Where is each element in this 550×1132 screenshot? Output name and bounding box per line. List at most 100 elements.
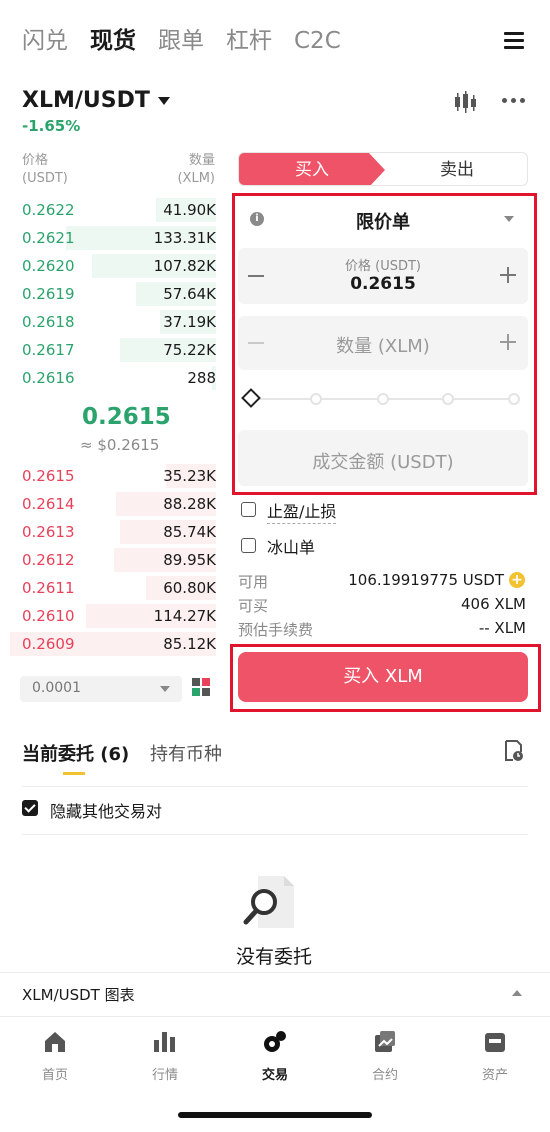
ask-qty: 107.82K [153, 257, 216, 275]
ob-price-unit: (USDT) [22, 171, 68, 186]
pair-selector[interactable]: XLM/USDT [22, 88, 170, 113]
ask-row[interactable]: 0.2621 133.31K [0, 224, 230, 252]
bid-price: 0.2615 [22, 467, 75, 485]
pair-symbol: XLM/USDT [22, 88, 150, 113]
more-icon[interactable] [502, 98, 525, 103]
ask-price: 0.2622 [22, 201, 75, 219]
iceberg-label[interactable]: 冰山单 [267, 534, 315, 558]
bid-row[interactable]: 0.2611 60.80K [0, 574, 230, 602]
ask-row[interactable]: 0.2618 37.19K [0, 308, 230, 336]
precision-select[interactable]: 0.0001 [20, 676, 182, 702]
ask-qty: 57.64K [163, 285, 216, 303]
ob-price-header-label: 价格 [22, 153, 49, 168]
nav-trade[interactable]: 交易 [235, 1016, 315, 1086]
bid-qty: 89.95K [163, 551, 216, 569]
bid-row[interactable]: 0.2615 35.23K [0, 462, 230, 490]
tab-spot[interactable]: 现货 [90, 24, 136, 58]
empty-state-text: 没有委托 [236, 946, 313, 968]
assets-icon [485, 1033, 505, 1052]
last-price-usd: ≈ $0.2615 [80, 436, 160, 454]
nav-label: 行情 [151, 1068, 178, 1083]
nav-home[interactable]: 首页 [15, 1016, 95, 1086]
contract-icon [375, 1031, 395, 1052]
order-history-icon[interactable] [504, 740, 524, 762]
ob-qty-unit: (XLM) [177, 171, 215, 186]
ob-qty-header: 数量 (XLM) [177, 152, 215, 188]
ask-price: 0.2619 [22, 285, 75, 303]
trade-icon [264, 1031, 286, 1052]
tab-swap[interactable]: 闪兑 [22, 24, 68, 58]
caret-up-icon[interactable] [512, 990, 522, 996]
highlight-box-order-form [232, 193, 537, 495]
nav-assets[interactable]: 资产 [455, 1016, 535, 1086]
no-orders-search-icon [243, 876, 294, 928]
nav-contract[interactable]: 合约 [345, 1016, 425, 1086]
highlight-box-buy-button [230, 644, 541, 712]
fee-value: -- XLM [478, 619, 526, 637]
tab-open-orders[interactable]: 当前委托 (6) [22, 740, 129, 766]
ask-row[interactable]: 0.2616 288 [0, 364, 230, 392]
ask-price: 0.2621 [22, 229, 75, 247]
bid-qty: 60.80K [163, 579, 216, 597]
precision-value: 0.0001 [32, 680, 81, 696]
can-buy-value: 406 XLM [461, 595, 526, 613]
hide-other-pairs-checkbox[interactable] [22, 800, 38, 816]
fee-label: 预估手续费 [238, 621, 314, 639]
ask-qty: 75.22K [163, 341, 216, 359]
bid-row[interactable]: 0.2609 85.12K [0, 630, 230, 658]
chart-toggle-label[interactable]: XLM/USDT 图表 [22, 984, 135, 1005]
bid-qty: 35.23K [163, 467, 216, 485]
ask-row[interactable]: 0.2620 107.82K [0, 252, 230, 280]
caret-down-icon [160, 686, 170, 692]
ob-qty-header-label: 数量 [188, 153, 215, 168]
available-value: 106.19919775 USDT [348, 571, 504, 589]
ask-price: 0.2620 [22, 257, 75, 275]
active-tab-indicator [63, 772, 85, 775]
orderbook-layout-icon[interactable] [192, 678, 212, 698]
bid-price: 0.2612 [22, 551, 75, 569]
bid-price: 0.2614 [22, 495, 75, 513]
ob-price-header: 价格 (USDT) [22, 152, 68, 188]
bid-row[interactable]: 0.2612 89.95K [0, 546, 230, 574]
bid-qty: 85.12K [163, 635, 216, 653]
bid-row[interactable]: 0.2613 85.74K [0, 518, 230, 546]
hamburger-icon[interactable] [504, 32, 524, 50]
tab-c2c[interactable]: C2C [294, 24, 341, 58]
candlestick-icon[interactable] [452, 90, 478, 114]
tab-holdings[interactable]: 持有币种 [150, 740, 222, 766]
ask-row[interactable]: 0.2619 57.64K [0, 280, 230, 308]
ask-price: 0.2617 [22, 341, 75, 359]
tab-copy-trade[interactable]: 跟单 [158, 24, 204, 58]
buy-sell-toggle: 买入 卖出 [238, 152, 528, 186]
home-icon [45, 1032, 65, 1052]
market-icon [154, 1032, 175, 1052]
iceberg-checkbox[interactable] [241, 538, 256, 553]
buy-tab[interactable]: 买入 [239, 153, 385, 185]
top-tabs: 闪兑 现货 跟单 杠杆 C2C [22, 24, 341, 58]
bid-price: 0.2609 [22, 635, 75, 653]
ask-row[interactable]: 0.2622 41.90K [0, 196, 230, 224]
tp-sl-label[interactable]: 止盈/止损 [267, 498, 337, 524]
bid-row[interactable]: 0.2614 88.28K [0, 490, 230, 518]
nav-market[interactable]: 行情 [125, 1016, 205, 1086]
bid-row[interactable]: 0.2610 114.27K [0, 602, 230, 630]
tp-sl-text: 止盈/止损 [267, 502, 337, 524]
sell-tab[interactable]: 卖出 [385, 153, 527, 185]
bid-price: 0.2611 [22, 579, 75, 597]
nav-label: 合约 [371, 1068, 398, 1083]
tp-sl-checkbox[interactable] [241, 502, 256, 517]
ask-row[interactable]: 0.2617 75.22K [0, 336, 230, 364]
bid-price: 0.2613 [22, 523, 75, 541]
available-label: 可用 [238, 573, 269, 591]
add-funds-icon[interactable]: + [509, 572, 525, 588]
home-indicator [178, 1112, 372, 1118]
ask-qty: 37.19K [163, 313, 216, 331]
tab-margin[interactable]: 杠杆 [226, 24, 272, 58]
caret-down-icon [157, 96, 170, 105]
hide-other-pairs-label[interactable]: 隐藏其他交易对 [50, 798, 162, 822]
nav-label: 首页 [41, 1068, 68, 1083]
bid-qty: 88.28K [163, 495, 216, 513]
bid-qty: 114.27K [153, 607, 216, 625]
ask-qty: 41.90K [163, 201, 216, 219]
price-change: -1.65% [22, 117, 81, 135]
